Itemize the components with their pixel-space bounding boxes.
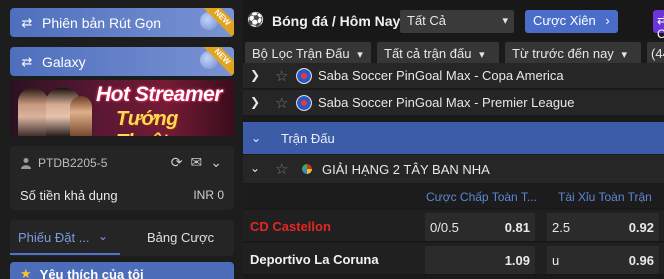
- username: PTDB2205-5: [38, 156, 108, 170]
- market-select-value: Tất Cả: [407, 13, 447, 28]
- chevron-down-icon[interactable]: ⌄: [98, 229, 108, 243]
- handicap-price: 1.09: [504, 253, 530, 268]
- chevron-down-icon: ▾: [479, 49, 485, 61]
- match-filter-value: Tất cả trận đấu: [384, 46, 472, 61]
- matches-section-header[interactable]: ⌄ Trận Đấu: [243, 122, 664, 154]
- streamer-image: [18, 88, 48, 136]
- extra-button[interactable]: ⇄ C: [653, 10, 664, 41]
- handicap-odds-cell[interactable]: 1.09: [425, 246, 535, 274]
- chevron-right-icon: ›: [605, 13, 610, 28]
- competition-name: GIẢI HẠNG 2 TÂY BAN NHA: [322, 162, 490, 177]
- sort-value: Từ trước đến nay: [512, 46, 614, 61]
- star-icon: ★: [20, 266, 32, 279]
- over-under-line: 2.5: [552, 220, 571, 235]
- app-root: ⇄ Phiên bản Rút Gọn NEW ⇄ Galaxy NEW Hot…: [0, 0, 664, 279]
- league-row[interactable]: ❯ ☆ Saba Soccer PinGoal Max - Copa Ameri…: [243, 63, 664, 89]
- compact-version-label: Phiên bản Rút Gọn: [42, 14, 162, 31]
- mail-icon[interactable]: ✉: [191, 154, 203, 171]
- refresh-icon[interactable]: ⟳: [171, 154, 183, 171]
- chevron-down-icon[interactable]: ⌄: [250, 161, 260, 175]
- account-panel: PTDB2205-5 ⟳ ✉ ⌄ Số tiền khả dụng INR 0: [10, 146, 234, 210]
- odds-column-header: Cược Chấp Toàn T... Tài Xỉu Toàn Trận: [243, 184, 664, 208]
- league-filter-value: Bộ Lọc Trận Đấu: [252, 46, 350, 61]
- star-outline-icon[interactable]: ☆: [275, 160, 288, 178]
- league-name: Saba Soccer PinGoal Max - Premier League: [318, 95, 575, 110]
- over-under-line: u: [552, 253, 560, 268]
- balance-value: INR 0: [193, 188, 224, 202]
- handicap-line: 0/0.5: [430, 220, 459, 235]
- chevron-down-icon: ▾: [357, 49, 363, 61]
- chevron-right-icon[interactable]: ❯: [250, 68, 260, 82]
- compact-version-button[interactable]: ⇄ Phiên bản Rút Gọn NEW: [10, 8, 234, 37]
- galaxy-label: Galaxy: [42, 53, 86, 70]
- over-under-price: 0.92: [628, 220, 654, 235]
- match-row: CD Castellon 0/0.5 0.81 2.5 0.92: [243, 210, 664, 242]
- swap-icon: ⇄: [21, 14, 33, 30]
- favorites-button[interactable]: ★ Yêu thích của tôi: [10, 262, 234, 279]
- over-under-column-label: Tài Xỉu Toàn Trận: [558, 190, 652, 204]
- home-team-name: CD Castellon: [250, 219, 331, 234]
- soccer-ball-icon: ⚽: [247, 11, 264, 28]
- parlay-button[interactable]: Cược Xiên ›: [525, 10, 618, 33]
- league-logo-icon: [296, 68, 312, 84]
- over-under-price: 0.96: [628, 253, 654, 268]
- league-name: Saba Soccer PinGoal Max - Copa America: [318, 68, 564, 83]
- left-sidebar: ⇄ Phiên bản Rút Gọn NEW ⇄ Galaxy NEW Hot…: [0, 0, 243, 279]
- active-tab-indicator: [10, 253, 120, 255]
- handicap-odds-cell[interactable]: 0/0.5 0.81: [425, 213, 535, 241]
- chevron-right-icon[interactable]: ❯: [250, 95, 260, 109]
- over-under-odds-cell[interactable]: u 0.96: [547, 246, 659, 274]
- league-row[interactable]: ❯ ☆ Saba Soccer PinGoal Max - Premier Le…: [243, 90, 664, 116]
- galaxy-button[interactable]: ⇄ Galaxy NEW: [10, 47, 234, 76]
- match-row: Deportivo La Coruna 1.09 u 0.96: [243, 243, 664, 275]
- tab-betslip[interactable]: Phiếu Đặt ...: [18, 230, 90, 245]
- handicap-column-label: Cược Chấp Toàn T...: [426, 190, 537, 204]
- tab-bet-list[interactable]: Bảng Cược: [147, 230, 214, 245]
- banner-title: Hot Streamer: [96, 83, 222, 106]
- over-under-odds-cell[interactable]: 2.5 0.92: [547, 213, 659, 241]
- chevron-down-icon: ▾: [502, 15, 508, 27]
- chevron-down-icon[interactable]: ⌄: [210, 154, 222, 171]
- parlay-label: Cược Xiên: [533, 13, 596, 28]
- away-team-name: Deportivo La Coruna: [250, 252, 379, 267]
- matches-section-label: Trận Đấu: [281, 131, 335, 146]
- star-outline-icon[interactable]: ☆: [275, 94, 288, 112]
- account-actions: ⟳ ✉ ⌄: [171, 154, 222, 171]
- market-select[interactable]: Tất Cả ▾: [400, 10, 514, 33]
- swap-icon: ⇄: [657, 13, 664, 27]
- competition-row[interactable]: ⌄ ☆ GIẢI HẠNG 2 TÂY BAN NHA: [243, 155, 664, 183]
- banner-subtitle: Tướng Thuật: [116, 108, 178, 136]
- user-icon: [21, 158, 31, 169]
- main-panel: ⚽ Bóng đá / Hôm Nay Tất Cả ▾ Cược Xiên ›…: [243, 0, 664, 279]
- hot-streamer-banner[interactable]: Hot Streamer Tướng Thuật: [10, 80, 234, 136]
- account-user: PTDB2205-5: [20, 156, 107, 170]
- swap-icon: ⇄: [21, 53, 33, 69]
- handicap-price: 0.81: [504, 220, 530, 235]
- chevron-down-icon: ▾: [621, 49, 627, 61]
- star-outline-icon[interactable]: ☆: [275, 67, 288, 85]
- chevron-down-icon: ⌄: [251, 131, 262, 145]
- extra-button-label: C: [657, 27, 664, 41]
- competition-logo-icon: [302, 164, 312, 174]
- league-logo-icon: [296, 95, 312, 111]
- balance-label: Số tiền khả dụng: [20, 188, 118, 203]
- sport-header: ⚽ Bóng đá / Hôm Nay Tất Cả ▾ Cược Xiên ›…: [243, 0, 664, 41]
- streamer-image: [70, 96, 92, 136]
- favorites-label: Yêu thích của tôi: [39, 266, 144, 279]
- betslip-tabs: Phiếu Đặt ... ⌄ Bảng Cược: [10, 220, 234, 256]
- page-title: Bóng đá / Hôm Nay: [272, 13, 401, 29]
